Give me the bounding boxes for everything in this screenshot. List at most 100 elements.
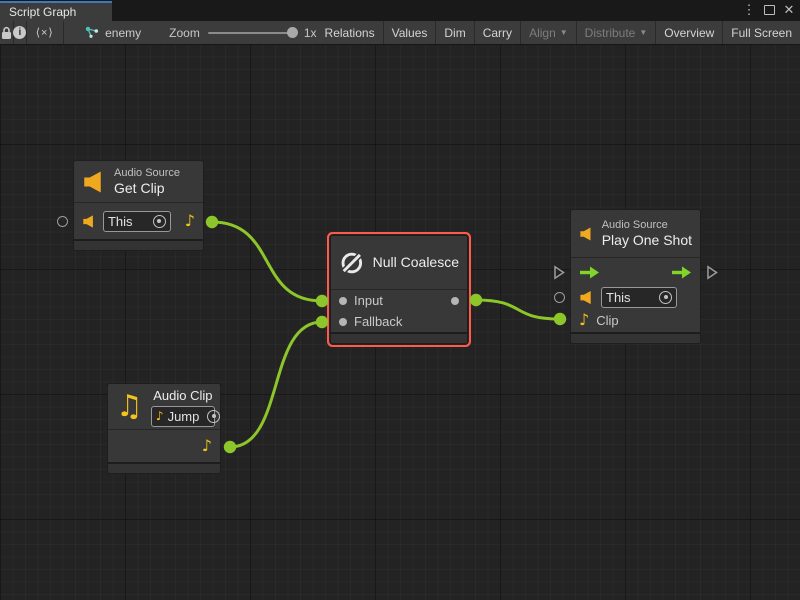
node-titles: Audio SourceGet Clip xyxy=(114,167,180,197)
connection-wire xyxy=(230,322,322,447)
node-title: Null Coalesce xyxy=(373,254,459,271)
value-port-dot[interactable] xyxy=(451,297,459,305)
node-subtitle: Audio Source xyxy=(602,219,692,232)
lock-button[interactable] xyxy=(0,21,13,44)
graph-canvas[interactable]: Audio SourceGet ClipThis♪Null CoalesceIn… xyxy=(0,45,800,600)
music-note-icon: ♪ xyxy=(579,312,589,328)
node-play-one-shot[interactable]: Audio SourcePlay One Shot This ♪ Clip xyxy=(571,210,700,343)
wire-endpoint-dot[interactable] xyxy=(206,216,218,228)
object-field[interactable]: This xyxy=(601,287,677,308)
node-get-clip[interactable]: Audio SourceGet Clip This ♪ xyxy=(74,161,203,250)
node-footer xyxy=(74,239,203,250)
code-button[interactable]: ⟨×⟩ xyxy=(27,21,63,44)
connection-wire xyxy=(212,222,322,301)
graph-icon xyxy=(85,26,99,39)
object-picker-icon[interactable] xyxy=(153,215,166,228)
chevron-down-icon: ▼ xyxy=(639,28,647,37)
node-footer xyxy=(331,332,467,343)
node-header[interactable]: Audio SourceGet Clip xyxy=(74,161,203,203)
node-header[interactable]: Audio SourcePlay One Shot xyxy=(571,210,700,258)
toolbar-button-overview[interactable]: Overview xyxy=(656,21,722,44)
node-title: Audio Clip xyxy=(153,387,212,404)
flow-arrow-icon xyxy=(671,266,692,279)
graph-toolbar: i ⟨×⟩ enemy Zoom 1x Relations Values Dim Ca… xyxy=(0,21,800,45)
node-header[interactable]: Null Coalesce xyxy=(331,236,467,290)
music-note-icon: ♪ xyxy=(156,410,164,422)
node-titles: Audio SourcePlay One Shot xyxy=(602,219,692,249)
wire-endpoint-dot[interactable] xyxy=(470,294,482,306)
zoom-label: Zoom xyxy=(169,26,200,40)
wire-endpoint-dot[interactable] xyxy=(224,441,236,453)
toolbar-button-align[interactable]: Align▼ xyxy=(521,21,576,44)
maximize-icon[interactable] xyxy=(762,2,776,18)
toolbar-button-full-screen[interactable]: Full Screen xyxy=(723,21,800,44)
node-port-row: This xyxy=(571,286,700,308)
info-icon: i xyxy=(13,26,26,39)
node-header[interactable]: ♫ Audio Clip ♪ Jump xyxy=(108,384,220,430)
port-label: Clip xyxy=(596,313,618,328)
node-titles: Audio Clip ♪ Jump xyxy=(151,387,215,427)
object-field-value: This xyxy=(606,290,631,305)
flow-arrow-icon xyxy=(579,266,600,279)
toolbar-button-label: Carry xyxy=(483,26,512,40)
zoom-value: 1x xyxy=(304,26,317,40)
unity-script-graph-window: Script Graph ⋮ ✕ i ⟨×⟩ xyxy=(0,0,800,600)
node-footer xyxy=(108,462,220,473)
wire-endpoint-dot[interactable] xyxy=(554,313,566,325)
node-port-row: Input xyxy=(331,290,467,311)
node-port-row: Fallback xyxy=(331,311,467,332)
tab-script-graph[interactable]: Script Graph xyxy=(0,1,112,21)
zoom-slider[interactable] xyxy=(208,32,296,34)
port-label: Input xyxy=(354,293,383,308)
toolbar-button-label: Dim xyxy=(444,26,465,40)
flow-port-triangle[interactable] xyxy=(553,265,565,280)
node-footer xyxy=(571,332,700,343)
graph-reference[interactable]: enemy xyxy=(85,21,141,44)
music-note-icon: ♪ xyxy=(185,213,195,229)
lock-icon xyxy=(0,26,13,40)
wire-endpoint-dot[interactable] xyxy=(316,316,328,328)
music-note-icon: ♫ xyxy=(116,392,143,422)
value-port-circle[interactable] xyxy=(57,216,68,227)
tab-strip: Script Graph ⋮ ✕ xyxy=(0,0,800,21)
zoom-control: Zoom 1x xyxy=(169,21,316,44)
toolbar-button-label: Overview xyxy=(664,26,714,40)
value-port-dot[interactable] xyxy=(339,318,347,326)
node-port-row: ♪ xyxy=(108,430,220,462)
close-icon[interactable]: ✕ xyxy=(782,2,796,18)
toolbar-button-values[interactable]: Values xyxy=(384,21,436,44)
zoom-slider-handle[interactable] xyxy=(287,27,298,38)
toolbar-button-label: Distribute xyxy=(585,26,636,40)
null-coalesce-icon xyxy=(339,248,365,278)
object-field[interactable]: This xyxy=(103,211,171,232)
object-picker-icon[interactable] xyxy=(207,410,220,423)
node-title: Get Clip xyxy=(114,180,180,197)
menu-icon[interactable]: ⋮ xyxy=(742,2,756,18)
toolbar-button-carry[interactable]: Carry xyxy=(475,21,520,44)
chevron-down-icon: ▼ xyxy=(560,28,568,37)
node-audio-clip[interactable]: ♫ Audio Clip ♪ Jump ♪ xyxy=(108,384,220,473)
audio-source-icon xyxy=(82,170,106,194)
node-port-row: This ♪ xyxy=(74,203,203,239)
node-subtitle: Audio Source xyxy=(114,167,180,180)
toolbar-button-dim[interactable]: Dim xyxy=(436,21,473,44)
wire-endpoint-dot[interactable] xyxy=(316,295,328,307)
toolbar-buttons: RelationsValuesDimCarryAlign▼Distribute▼… xyxy=(317,21,800,44)
node-null-coalesce[interactable]: Null Coalesce Input Fallback xyxy=(331,236,467,343)
audio-source-icon xyxy=(579,222,594,246)
value-port-circle[interactable] xyxy=(554,292,565,303)
info-button[interactable]: i xyxy=(13,21,26,44)
toolbar-button-distribute[interactable]: Distribute▼ xyxy=(577,21,656,44)
object-field-value: This xyxy=(108,214,133,229)
toolbar-button-label: Full Screen xyxy=(731,26,792,40)
window-controls: ⋮ ✕ xyxy=(742,2,796,18)
graph-name: enemy xyxy=(105,26,141,40)
object-field-value: Jump xyxy=(168,409,200,424)
object-picker-icon[interactable] xyxy=(659,291,672,304)
connection-wire xyxy=(476,300,560,319)
toolbar-button-relations[interactable]: Relations xyxy=(317,21,383,44)
value-port-dot[interactable] xyxy=(339,297,347,305)
flow-port-triangle[interactable] xyxy=(706,265,718,280)
toolbar-button-label: Values xyxy=(392,26,428,40)
object-field[interactable]: ♪ Jump xyxy=(151,406,215,427)
